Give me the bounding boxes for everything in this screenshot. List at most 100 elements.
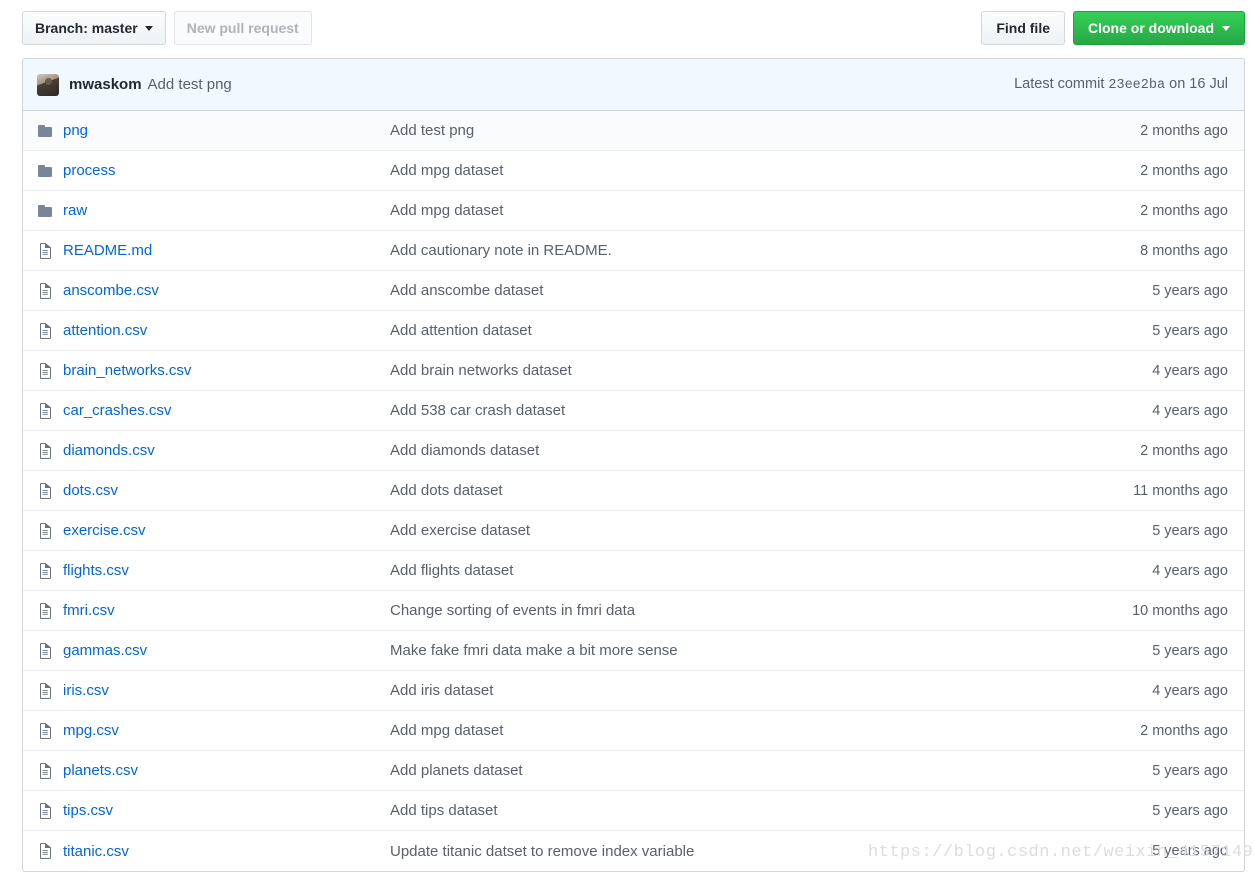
commit-message-cell[interactable]: Make fake fmri data make a bit more sens…: [390, 642, 1152, 659]
table-row[interactable]: gammas.csv Make fake fmri data make a bit…: [23, 631, 1244, 671]
table-row[interactable]: planets.csv Add planets dataset 5 years ag…: [23, 751, 1244, 791]
commit-message-cell[interactable]: Add test png: [390, 122, 1140, 139]
commit-message-cell[interactable]: Add 538 car crash dataset: [390, 402, 1152, 419]
file-link[interactable]: mpg.csv: [63, 722, 119, 739]
file-link[interactable]: iris.csv: [63, 682, 109, 699]
repository-file-browser: Branch: master New pull request Find fil…: [0, 0, 1254, 880]
chevron-down-icon: [144, 25, 153, 31]
file-name-cell: iris.csv: [63, 682, 390, 699]
clone-or-download-button[interactable]: Clone or download: [1073, 11, 1245, 45]
file-link[interactable]: anscombe.csv: [63, 282, 159, 299]
commit-age-cell: 2 months ago: [1140, 162, 1228, 179]
file-name-cell: brain_networks.csv: [63, 362, 390, 379]
clone-or-download-label: Clone or download: [1088, 20, 1214, 36]
file-icon: [37, 762, 63, 779]
commit-age-cell: 5 years ago: [1152, 642, 1228, 659]
commit-age-cell: 2 months ago: [1140, 722, 1228, 739]
file-icon: [37, 362, 63, 379]
commit-message-cell[interactable]: Add flights dataset: [390, 562, 1152, 579]
commit-message-cell[interactable]: Add mpg dataset: [390, 162, 1140, 179]
folder-icon: [37, 203, 63, 219]
file-icon: [37, 722, 63, 739]
folder-icon: [37, 123, 63, 139]
commit-message-cell[interactable]: Add diamonds dataset: [390, 442, 1140, 459]
commit-age-cell: 5 years ago: [1152, 322, 1228, 339]
file-link[interactable]: gammas.csv: [63, 642, 147, 659]
table-row[interactable]: diamonds.csv Add diamonds dataset 2 months…: [23, 431, 1244, 471]
file-link[interactable]: exercise.csv: [63, 522, 146, 539]
file-name-cell: dots.csv: [63, 482, 390, 499]
commit-message-cell[interactable]: Add mpg dataset: [390, 722, 1140, 739]
table-row[interactable]: process Add mpg dataset 2 months ago: [23, 151, 1244, 191]
file-icon: [37, 843, 63, 859]
commit-sha-link[interactable]: 23ee2ba: [1108, 78, 1165, 93]
file-link[interactable]: car_crashes.csv: [63, 402, 171, 419]
commit-message-cell[interactable]: Update titanic datset to remove index va…: [390, 843, 1152, 860]
file-icon: [37, 562, 63, 579]
commit-message-cell[interactable]: Add exercise dataset: [390, 522, 1152, 539]
file-link[interactable]: fmri.csv: [63, 602, 115, 619]
new-pull-request-button[interactable]: New pull request: [173, 11, 312, 45]
table-row[interactable]: titanic.csv Update titanic datset to remo…: [23, 831, 1244, 871]
commit-age-cell: 4 years ago: [1152, 402, 1228, 419]
file-name-cell: README.md: [63, 242, 390, 259]
file-link[interactable]: planets.csv: [63, 762, 138, 779]
commit-message-cell[interactable]: Add cautionary note in README.: [390, 242, 1140, 259]
commit-message-cell[interactable]: Add iris dataset: [390, 682, 1152, 699]
table-row[interactable]: tips.csv Add tips dataset 5 years ago: [23, 791, 1244, 831]
commit-age-cell: 4 years ago: [1152, 362, 1228, 379]
commit-author-link[interactable]: mwaskom: [69, 76, 142, 93]
table-row[interactable]: fmri.csv Change sorting of events in fmri…: [23, 591, 1244, 631]
branch-selector-button[interactable]: Branch: master: [22, 11, 166, 45]
find-file-button[interactable]: Find file: [981, 11, 1065, 45]
file-link[interactable]: flights.csv: [63, 562, 129, 579]
table-row[interactable]: anscombe.csv Add anscombe dataset 5 years …: [23, 271, 1244, 311]
table-row[interactable]: mpg.csv Add mpg dataset 2 months ago: [23, 711, 1244, 751]
file-icon: [37, 522, 63, 539]
file-link[interactable]: diamonds.csv: [63, 442, 155, 459]
commit-message-cell[interactable]: Add planets dataset: [390, 762, 1152, 779]
folder-link[interactable]: raw: [63, 202, 87, 219]
file-link[interactable]: dots.csv: [63, 482, 118, 499]
table-row[interactable]: exercise.csv Add exercise dataset 5 years …: [23, 511, 1244, 551]
file-link[interactable]: titanic.csv: [63, 843, 129, 860]
file-name-cell: anscombe.csv: [63, 282, 390, 299]
table-row[interactable]: attention.csv Add attention dataset 5 year…: [23, 311, 1244, 351]
folder-icon: [37, 163, 63, 179]
table-row[interactable]: raw Add mpg dataset 2 months ago: [23, 191, 1244, 231]
table-row[interactable]: png Add test png 2 months ago: [23, 111, 1244, 151]
commit-age-cell: 2 months ago: [1140, 442, 1228, 459]
repository-toolbar: Branch: master New pull request Find fil…: [22, 10, 1245, 46]
commit-message-cell[interactable]: Add tips dataset: [390, 802, 1152, 819]
file-icon: [37, 602, 63, 619]
commit-message-cell[interactable]: Change sorting of events in fmri data: [390, 602, 1132, 619]
file-icon: [37, 682, 63, 699]
file-link[interactable]: tips.csv: [63, 802, 113, 819]
table-row[interactable]: flights.csv Add flights dataset 4 years ag…: [23, 551, 1244, 591]
table-row[interactable]: README.md Add cautionary note in README. 8…: [23, 231, 1244, 271]
commit-message-cell[interactable]: Add brain networks dataset: [390, 362, 1152, 379]
commit-message-cell[interactable]: Add anscombe dataset: [390, 282, 1152, 299]
file-name-cell: fmri.csv: [63, 602, 390, 619]
commit-message-cell[interactable]: Add dots dataset: [390, 482, 1133, 499]
commit-message-cell[interactable]: Add mpg dataset: [390, 202, 1140, 219]
commit-age-cell: 2 months ago: [1140, 202, 1228, 219]
table-row[interactable]: iris.csv Add iris dataset 4 years ago: [23, 671, 1244, 711]
file-link[interactable]: brain_networks.csv: [63, 362, 191, 379]
file-icon: [37, 482, 63, 499]
table-row[interactable]: dots.csv Add dots dataset 11 months ago: [23, 471, 1244, 511]
folder-link[interactable]: png: [63, 122, 88, 139]
table-row[interactable]: car_crashes.csv Add 538 car crash dataset…: [23, 391, 1244, 431]
table-row[interactable]: brain_networks.csv Add brain networks dat…: [23, 351, 1244, 391]
file-name-cell: process: [63, 162, 390, 179]
commit-date: 16 Jul: [1189, 76, 1228, 92]
file-icon: [37, 642, 63, 659]
file-icon: [37, 802, 63, 819]
file-name-cell: mpg.csv: [63, 722, 390, 739]
file-link[interactable]: README.md: [63, 242, 152, 259]
commit-message[interactable]: Add test png: [148, 76, 232, 93]
commit-message-cell[interactable]: Add attention dataset: [390, 322, 1152, 339]
file-name-cell: png: [63, 122, 390, 139]
file-link[interactable]: attention.csv: [63, 322, 147, 339]
folder-link[interactable]: process: [63, 162, 116, 179]
